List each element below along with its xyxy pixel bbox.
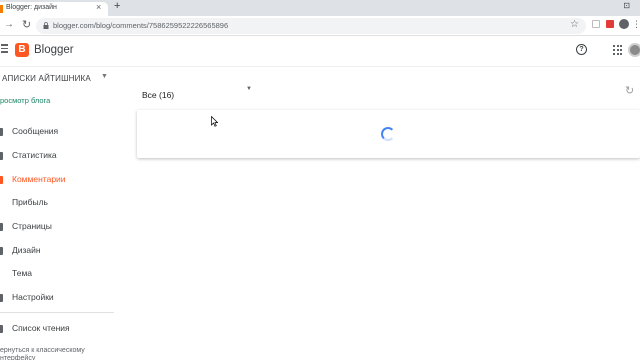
mouse-cursor-icon <box>211 116 218 127</box>
sidebar-item-stats[interactable]: Статистика <box>0 149 116 163</box>
pages-icon <box>0 223 3 231</box>
extension-red-icon[interactable] <box>606 20 614 28</box>
view-blog-link[interactable]: росмотр блога <box>0 96 50 105</box>
sidebar-item-earnings[interactable]: Прибыль <box>0 196 116 210</box>
loading-spinner-icon <box>381 127 395 141</box>
sidebar-item-theme[interactable]: Тема <box>0 267 116 281</box>
sidebar-item-label: Прибыль <box>12 197 48 207</box>
browser-menu-icon[interactable]: ⋮ <box>632 19 640 29</box>
url-text: blogger.com/blog/comments/75862595222265… <box>53 21 229 30</box>
browser-toolbar: → ↻ blogger.com/blog/comments/7586259522… <box>0 16 640 36</box>
sidebar-item-label: Комментарии <box>12 174 66 184</box>
sidebar: АПИСКИ АЙТИШНИКА ▼ росмотр блога Сообщен… <box>0 68 120 360</box>
help-icon[interactable]: ? <box>576 44 587 55</box>
sidebar-divider <box>0 312 114 313</box>
hamburger-icon[interactable] <box>1 44 8 53</box>
stats-icon <box>0 152 3 160</box>
sidebar-item-label: Настройки <box>12 292 54 302</box>
sidebar-item-settings[interactable]: Настройки <box>0 291 116 305</box>
posts-icon <box>0 128 3 136</box>
browser-tab-strip: Blogger: дизайн × + ⊡ <box>0 0 640 16</box>
browser-tab[interactable]: Blogger: дизайн × <box>0 2 108 16</box>
app-header: B Blogger ? <box>0 37 640 67</box>
reload-icon[interactable]: ↻ <box>22 18 31 31</box>
sidebar-item-label: Статистика <box>12 150 57 160</box>
chevron-down-icon[interactable]: ▼ <box>101 73 108 80</box>
star-icon[interactable]: ☆ <box>570 19 579 30</box>
sidebar-item-label: Сообщения <box>12 126 59 136</box>
new-tab-button[interactable]: + <box>114 0 120 12</box>
tab-close-icon[interactable]: × <box>96 2 101 12</box>
blogger-favicon-icon <box>0 5 3 13</box>
extension-icon[interactable] <box>592 20 600 28</box>
browser-profile-icon[interactable] <box>619 19 629 29</box>
sidebar-item-posts[interactable]: Сообщения <box>0 125 116 139</box>
chevron-down-icon: ▼ <box>246 86 252 92</box>
settings-icon <box>0 294 3 302</box>
sidebar-item-label: Тема <box>12 268 33 278</box>
apps-icon[interactable] <box>613 45 623 55</box>
blog-selector[interactable]: АПИСКИ АЙТИШНИКА <box>2 74 91 83</box>
blogger-logo-icon[interactable]: B <box>15 43 29 57</box>
address-bar[interactable]: blogger.com/blog/comments/75862595222265… <box>36 18 586 34</box>
sidebar-item-layout[interactable]: Дизайн <box>0 244 116 258</box>
sidebar-item-pages[interactable]: Страницы <box>0 220 116 234</box>
classic-interface-link[interactable]: ернуться к классическому нтерфейсу <box>0 347 112 360</box>
tab-title: Blogger: дизайн <box>6 4 57 11</box>
window-restore-icon[interactable]: ⊡ <box>623 1 630 10</box>
forward-arrow-icon[interactable]: → <box>4 19 14 30</box>
brand-name[interactable]: Blogger <box>34 44 74 56</box>
sidebar-item-label: Список чтения <box>12 323 70 333</box>
filter-selected-value: Все (16) <box>142 90 175 100</box>
sidebar-item-comments[interactable]: Комментарии <box>0 173 116 187</box>
sidebar-item-label: Страницы <box>12 221 52 231</box>
layout-icon <box>0 247 3 255</box>
lock-icon <box>43 22 49 29</box>
comments-icon <box>0 176 3 184</box>
refresh-icon[interactable]: ↻ <box>625 84 634 97</box>
reading-list-icon <box>0 325 3 333</box>
comments-filter-dropdown[interactable]: Все (16) ▼ <box>142 85 252 100</box>
sidebar-item-reading-list[interactable]: Список чтения <box>0 322 116 336</box>
sidebar-item-label: Дизайн <box>12 245 41 255</box>
avatar[interactable] <box>628 43 640 57</box>
